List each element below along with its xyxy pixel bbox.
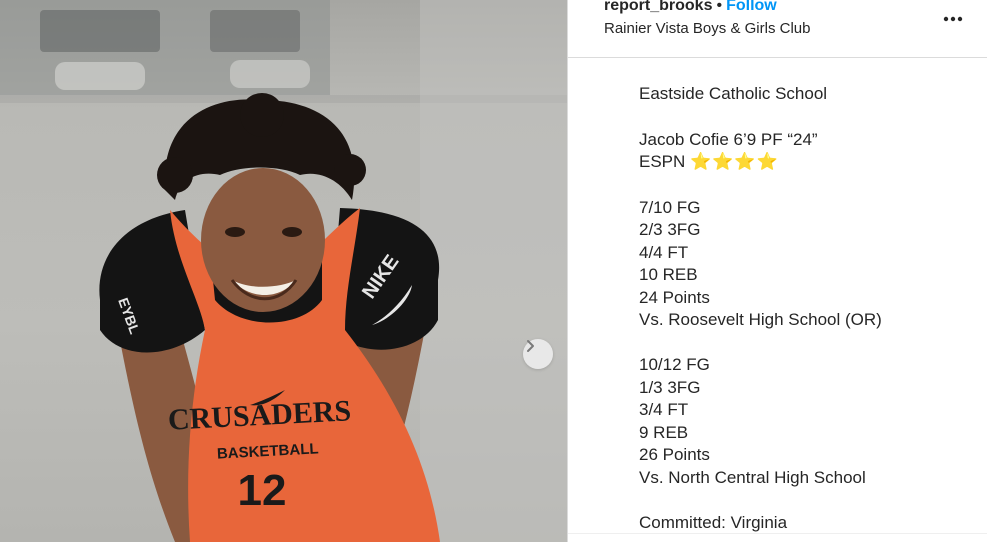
game1-fg: 7/10 FG — [639, 198, 701, 217]
next-photo-button[interactable] — [523, 339, 553, 369]
location-link[interactable]: Rainier Vista Boys & Girls Club — [604, 19, 810, 39]
caption-player: Jacob Cofie 6’9 PF “24” — [639, 130, 818, 149]
game1-ft: 4/4 FT — [639, 243, 689, 262]
game2-fg: 10/12 FG — [639, 355, 710, 374]
caption-rating: ESPN ⭐⭐⭐⭐ — [639, 151, 779, 173]
follow-button[interactable]: Follow — [726, 0, 777, 14]
more-options-icon — [943, 16, 963, 22]
divider — [568, 533, 987, 534]
rating-prefix: ESPN — [639, 152, 686, 171]
user-line: report_brooks • Follow — [604, 0, 777, 16]
chevron-right-icon — [527, 340, 534, 352]
player-illustration: NIKE EYBL CRUSADERS BASKETBALL 12 — [0, 0, 567, 542]
caption-school: Eastside Catholic School — [639, 84, 828, 103]
separator-dot: • — [716, 0, 723, 14]
game2-points: 26 Points — [639, 445, 710, 464]
game2-ft: 3/4 FT — [639, 400, 689, 419]
username-link[interactable]: report_brooks — [604, 0, 712, 14]
jersey-number: 12 — [238, 466, 287, 515]
post-caption: Eastside Catholic School Jacob Cofie 6’9… — [568, 58, 987, 542]
post-header: report_brooks • Follow Rainier Vista Boys … — [568, 0, 987, 58]
game1-points: 24 Points — [639, 288, 710, 307]
game2-3fg: 1/3 3FG — [639, 378, 701, 397]
caption-committed: Committed: Virginia — [639, 513, 788, 532]
star-rating-icons: ⭐⭐⭐⭐ — [690, 152, 779, 171]
post-side-panel: report_brooks • Follow Rainier Vista Boys … — [567, 0, 987, 542]
game1-3fg: 2/3 3FG — [639, 220, 701, 239]
more-options-button[interactable] — [940, 6, 966, 32]
game1-opponent: Vs. Roosevelt High School (OR) — [639, 310, 882, 329]
post-photo[interactable]: NIKE EYBL CRUSADERS BASKETBALL 12 — [0, 0, 567, 542]
game2-reb: 9 REB — [639, 423, 689, 442]
game1-reb: 10 REB — [639, 265, 698, 284]
game2-opponent: Vs. North Central High School — [639, 468, 866, 487]
